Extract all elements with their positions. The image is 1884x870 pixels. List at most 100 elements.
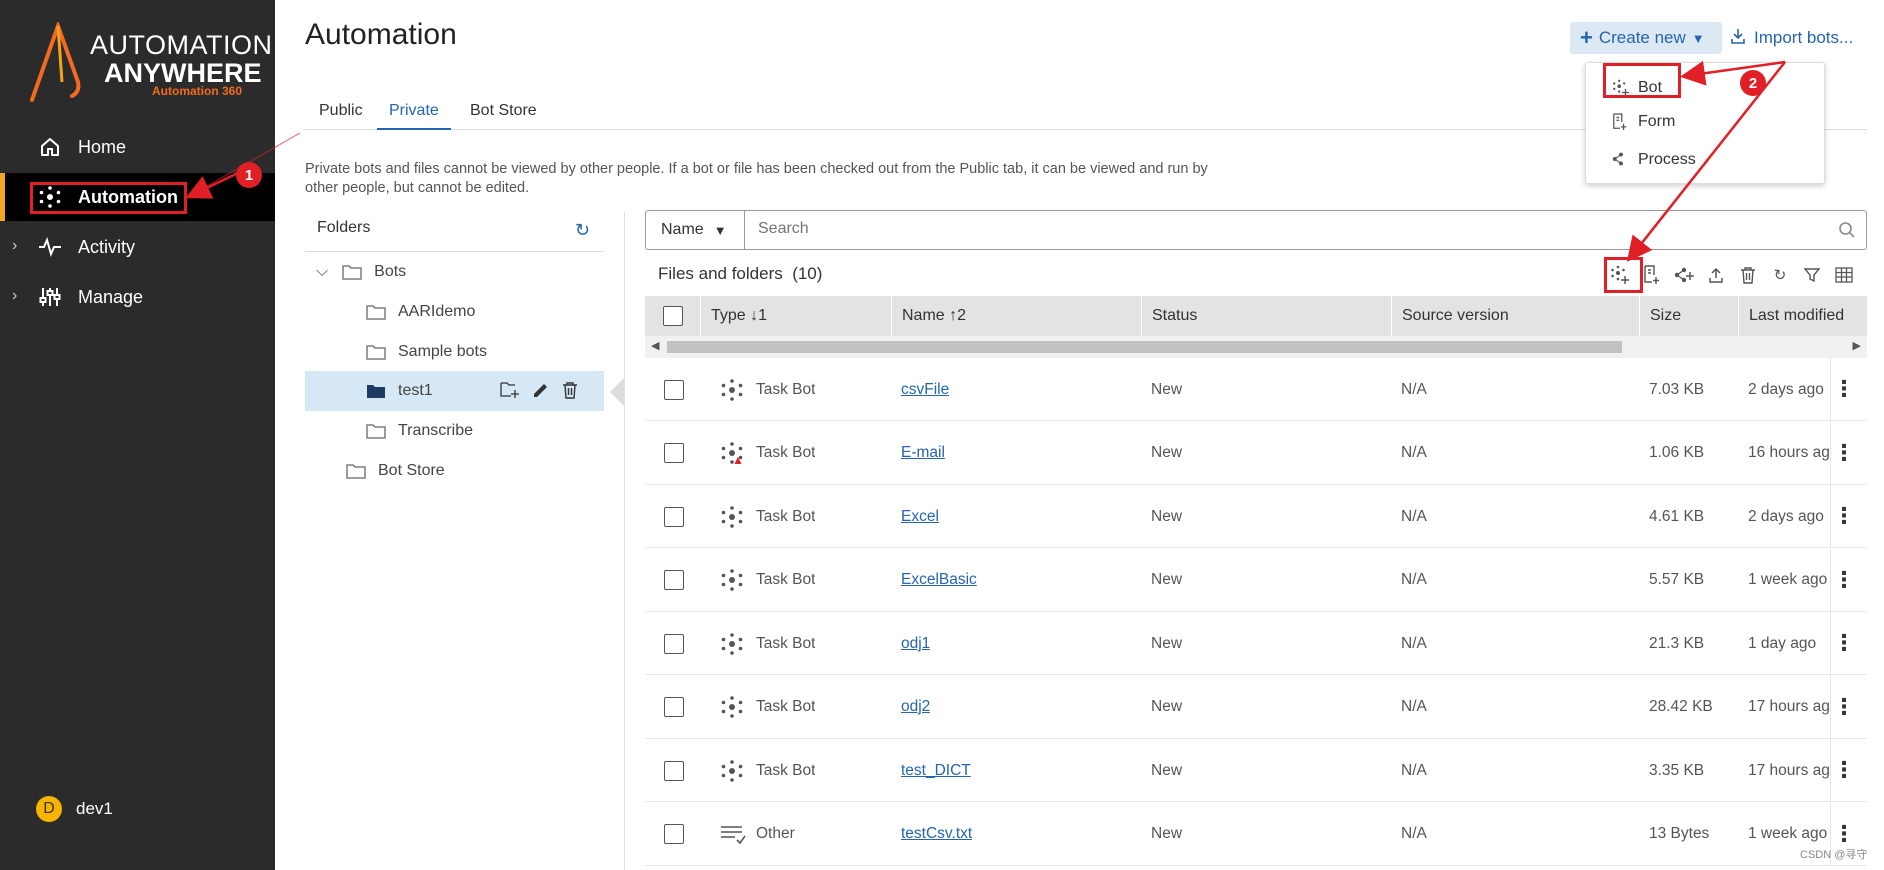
column-last-modified[interactable]: Last modified (1739, 296, 1867, 336)
row-checkbox[interactable] (664, 824, 684, 844)
row-name-link[interactable]: csvFile (901, 381, 949, 399)
row-name-link[interactable]: Excel (901, 508, 939, 526)
tree-item-test1[interactable]: test1 (366, 371, 433, 411)
row-last-modified: 17 hours ag (1748, 698, 1830, 715)
row-checkbox[interactable] (664, 570, 684, 590)
tab-public[interactable]: Public (319, 102, 363, 130)
create-new-button[interactable]: + Create new ▼ (1570, 22, 1722, 54)
user-profile[interactable]: D dev1 (36, 796, 113, 822)
filter-icon[interactable] (1796, 262, 1828, 288)
chevron-right-icon[interactable]: › (12, 237, 17, 255)
row-checkbox[interactable] (664, 697, 684, 717)
row-source-version: N/A (1401, 634, 1427, 652)
more-actions-icon[interactable]: ⋮ (1833, 441, 1855, 464)
folder-icon (366, 424, 386, 439)
more-actions-icon[interactable]: ⋮ (1833, 505, 1855, 527)
import-bots-button[interactable]: Import bots... (1730, 22, 1853, 54)
row-status: New (1151, 634, 1183, 652)
tree-item-bot-store[interactable]: Bot Store (346, 451, 445, 491)
refresh-icon[interactable]: ↻ (1764, 262, 1796, 288)
tree-item-transcribe[interactable]: Transcribe (366, 411, 473, 451)
scroll-right-icon[interactable]: ▶ (1853, 339, 1861, 352)
tree-item-sample-bots[interactable]: Sample bots (366, 332, 487, 372)
chevron-down-icon[interactable]: ⌵ (316, 263, 328, 281)
row-checkbox[interactable] (664, 379, 684, 400)
refresh-icon[interactable]: ↻ (575, 220, 590, 241)
trash-icon[interactable] (1732, 262, 1764, 288)
column-type[interactable]: Type ↓1 (701, 296, 892, 336)
upload-icon[interactable] (1700, 262, 1732, 288)
table-row[interactable]: Task Bot odj1 New N/A 21.3 KB 1 day ago ⋮ (645, 612, 1867, 675)
row-name-link[interactable]: test_DICT (901, 762, 971, 780)
more-actions-icon[interactable]: ⋮ (1833, 378, 1855, 400)
row-checkbox[interactable] (664, 633, 684, 654)
trash-icon[interactable] (562, 381, 578, 404)
panel-divider[interactable] (624, 212, 625, 870)
new-folder-icon[interactable] (500, 381, 520, 404)
row-type: Task Bot (756, 761, 816, 779)
more-actions-icon[interactable]: ⋮ (1833, 822, 1855, 845)
row-type: Other (756, 825, 795, 842)
selection-pointer (610, 378, 624, 406)
tree-item-aaridemo[interactable]: AARIdemo (366, 292, 475, 332)
select-all-checkbox[interactable] (663, 306, 683, 326)
table-row[interactable]: Task Bot test_DICT New N/A 3.35 KB 17 hours a… (645, 739, 1867, 802)
columns-icon[interactable] (1828, 262, 1860, 288)
row-name-link[interactable]: E-mail (901, 444, 945, 462)
menu-item-process[interactable]: Process (1612, 147, 1696, 173)
row-checkbox[interactable] (664, 506, 684, 527)
row-checkbox-cell (664, 739, 684, 802)
row-name-link[interactable]: testCsv.txt (901, 825, 972, 843)
horizontal-scrollbar[interactable]: ◀ ▶ (645, 336, 1867, 358)
row-name-cell: E-mail (901, 422, 945, 485)
tree-item-label: AARIdemo (398, 303, 476, 320)
table-row[interactable]: Task Bot ExcelBasic New N/A 5.57 KB 1 week ag… (645, 548, 1867, 612)
search-field-select[interactable]: Name ▼ (646, 211, 745, 249)
row-name-link[interactable]: odj1 (901, 635, 930, 653)
row-checkbox-cell (664, 612, 684, 675)
row-last-modified: 2 days ago (1748, 507, 1824, 525)
search-input[interactable] (758, 220, 1808, 238)
more-actions-icon[interactable]: ⋮ (1833, 632, 1855, 654)
row-last-modified: 17 hours ag (1748, 761, 1830, 779)
create-process-icon[interactable] (1668, 262, 1700, 288)
row-divider (1830, 548, 1831, 612)
row-checkbox[interactable] (664, 760, 684, 781)
row-size: 4.61 KB (1649, 507, 1705, 525)
sidebar-item-home[interactable]: Home (0, 123, 275, 171)
table-row[interactable]: Task Bot Excel New N/A 4.61 KB 2 days ago ⋮ (645, 485, 1867, 548)
column-status[interactable]: Status (1142, 296, 1392, 336)
search-icon[interactable] (1838, 221, 1856, 239)
row-type-cell: Task Bot (720, 358, 815, 421)
files-title: Files and folders (10) (658, 264, 822, 284)
scroll-left-icon[interactable]: ◀ (651, 339, 659, 352)
table-row[interactable]: Task Bot odj2 New N/A 28.42 KB 17 hours ag ⋮ (645, 675, 1867, 739)
column-source-version[interactable]: Source version (1392, 296, 1640, 336)
more-actions-icon[interactable]: ⋮ (1833, 695, 1855, 718)
task-bot-icon (720, 568, 748, 592)
scrollbar-thumb[interactable] (667, 341, 1622, 353)
row-name-link[interactable]: ExcelBasic (901, 571, 977, 589)
create-new-label: Create new (1598, 28, 1686, 47)
table-row[interactable]: ▲ Task Bot E-mail New N/A 1.06 KB 16 hours ag ⋮ (645, 421, 1867, 485)
import-bots-label: Import bots... (1754, 28, 1854, 47)
automation-anywhere-logo[interactable]: AUTOMATION ANYWHERE Automation 360 (28, 22, 272, 112)
table-row[interactable]: Task Bot csvFile New N/A 7.03 KB 2 days ago ⋮ (645, 358, 1867, 421)
row-source-version: N/A (1401, 380, 1427, 398)
more-actions-icon[interactable]: ⋮ (1833, 759, 1855, 781)
row-checkbox[interactable] (664, 443, 684, 463)
more-actions-icon[interactable]: ⋮ (1833, 568, 1855, 591)
home-icon (36, 133, 64, 161)
tab-bot-store[interactable]: Bot Store (470, 102, 537, 130)
table-row[interactable]: Other testCsv.txt New N/A 13 Bytes 1 week ago… (645, 802, 1867, 866)
column-size[interactable]: Size (1640, 296, 1739, 336)
menu-item-form[interactable]: Form (1612, 109, 1675, 135)
tree-item-bots[interactable]: ⌵ Bots (316, 252, 406, 292)
column-name[interactable]: Name ↑2 (892, 296, 1142, 336)
tab-private[interactable]: Private (377, 102, 451, 130)
chevron-right-icon[interactable]: › (12, 287, 17, 305)
edit-pencil-icon[interactable] (532, 381, 550, 404)
sidebar-item-manage[interactable]: › Manage (0, 273, 275, 321)
row-name-link[interactable]: odj2 (901, 698, 930, 716)
sidebar-item-activity[interactable]: › Activity (0, 223, 275, 271)
